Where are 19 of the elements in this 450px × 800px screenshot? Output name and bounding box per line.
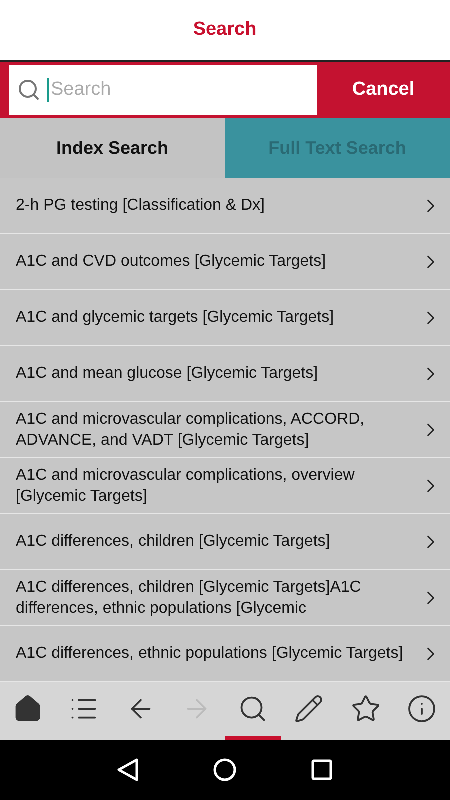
search-field[interactable]: Search [9, 65, 317, 115]
result-text: A1C and CVD outcomes [Glycemic Targets] [16, 252, 328, 272]
cancel-button[interactable]: Cancel [317, 62, 450, 118]
screen-title: Search [193, 18, 257, 42]
back-nav-icon[interactable] [117, 758, 139, 782]
result-text: A1C and microvascular complications, overview [Glycemic Targets] [16, 466, 356, 506]
result-text: A1C differences, children [Glycemic Targets] [16, 532, 332, 552]
info-icon [406, 694, 437, 724]
result-text: A1C and microvascular complications, ACCORD, ADVANCE, and VADT [Glycemic Targets] [16, 410, 366, 450]
pencil-icon [294, 694, 324, 724]
search-icon [17, 78, 41, 102]
result-text: A1C and glycemic targets [Glycemic Targets] [16, 308, 336, 328]
result-text: 2-h PG testing [Classification & Dx] [16, 196, 266, 216]
result-text: A1C and mean glucose [Glycemic Targets] [16, 364, 320, 384]
star-icon [350, 694, 381, 724]
result-text: A1C differences, ethnic populations [Glycemic Targets] [16, 644, 404, 664]
result-text: A1C differences, children [Glycemic Targets]A1C differences, ethnic populations [Glycemic [16, 578, 362, 618]
home-nav-icon[interactable] [213, 758, 237, 782]
recents-nav-icon[interactable] [311, 759, 333, 781]
